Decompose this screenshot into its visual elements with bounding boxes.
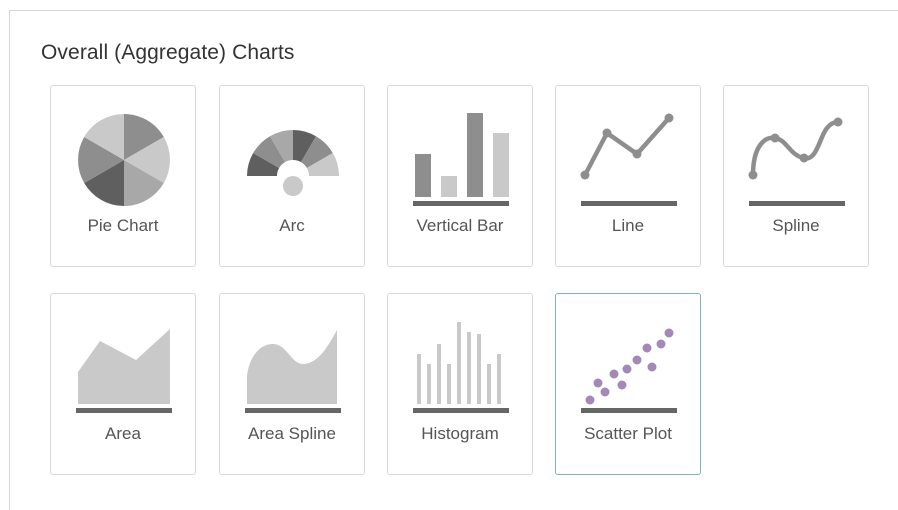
histogram-chart-icon <box>411 316 511 416</box>
chart-option-label: Vertical Bar <box>416 216 504 235</box>
chart-option-label: Pie Chart <box>87 216 159 235</box>
chart-option-arc[interactable]: Arc <box>219 85 365 267</box>
area-spline-chart-icon <box>243 316 343 416</box>
area-chart-icon <box>74 316 174 416</box>
chart-option-label: Spline <box>772 216 820 235</box>
vertical-bar-chart-icon <box>411 108 511 208</box>
chart-option-label: Line <box>611 216 645 235</box>
chart-option-label: Area <box>105 424 141 443</box>
chart-option-scatter-plot[interactable]: Scatter Plot <box>555 293 701 475</box>
scatter-plot-icon <box>579 316 679 416</box>
chart-option-pie-chart[interactable]: Pie Chart <box>50 85 196 267</box>
chart-option-area[interactable]: Area <box>50 293 196 475</box>
chart-option-spline[interactable]: Spline <box>723 85 869 267</box>
chart-option-label: Histogram <box>421 424 499 443</box>
aggregate-charts-panel: Overall (Aggregate) Charts Pie Chart Arc… <box>9 10 898 510</box>
line-chart-icon <box>579 108 679 208</box>
chart-option-line[interactable]: Line <box>555 85 701 267</box>
spline-chart-icon <box>747 108 847 208</box>
chart-option-area-spline[interactable]: Area Spline <box>219 293 365 475</box>
arc-chart-icon <box>243 108 343 208</box>
pie-chart-icon <box>74 108 174 208</box>
chart-option-label: Area Spline <box>248 424 336 443</box>
chart-option-histogram[interactable]: Histogram <box>387 293 533 475</box>
chart-option-vertical-bar[interactable]: Vertical Bar <box>387 85 533 267</box>
chart-option-label: Scatter Plot <box>584 424 672 443</box>
section-title: Overall (Aggregate) Charts <box>41 41 295 64</box>
chart-option-label: Arc <box>279 216 305 235</box>
